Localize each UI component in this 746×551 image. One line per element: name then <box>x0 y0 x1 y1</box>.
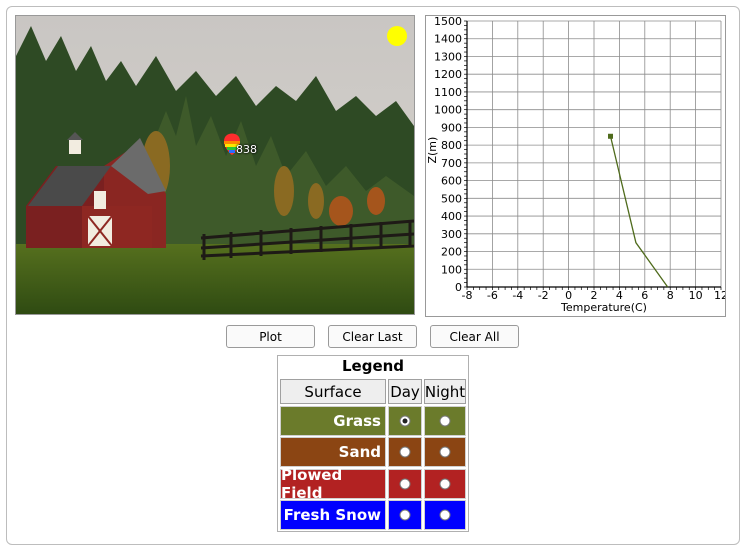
y-tick-label: 1500 <box>434 16 462 28</box>
x-tick-label: 12 <box>714 289 725 302</box>
y-tick-label: 1100 <box>434 86 462 99</box>
y-tick-label: 1000 <box>434 104 462 117</box>
day-radio[interactable] <box>399 478 411 490</box>
legend-panel: Legend Surface Day Night Grass Sand Plowed… <box>277 355 469 532</box>
y-tick-label: 1200 <box>434 68 462 81</box>
night-radio[interactable] <box>439 509 451 521</box>
night-radio[interactable] <box>439 446 451 458</box>
surface-header: Surface <box>280 379 386 404</box>
clear-all-button[interactable]: Clear All <box>430 325 519 348</box>
x-tick-label: -8 <box>462 289 473 302</box>
legend-surface-label: Plowed Field <box>280 466 386 502</box>
day-header: Day <box>388 379 422 404</box>
scene-image: 838 <box>15 15 415 315</box>
x-tick-label: -2 <box>538 289 549 302</box>
clear-last-button[interactable]: Clear Last <box>328 325 417 348</box>
night-radio[interactable] <box>439 478 451 490</box>
legend-day-cell <box>388 437 422 467</box>
day-radio[interactable] <box>399 446 411 458</box>
night-header: Night <box>424 379 466 404</box>
legend-night-cell <box>424 500 466 530</box>
y-tick-label: 200 <box>441 246 462 259</box>
night-radio[interactable] <box>439 415 451 427</box>
y-tick-label: 900 <box>441 121 462 134</box>
day-radio[interactable] <box>399 509 411 521</box>
y-tick-label: 300 <box>441 228 462 241</box>
y-tick-label: 800 <box>441 139 462 152</box>
y-tick-label: 1400 <box>434 33 462 46</box>
x-tick-label: -4 <box>512 289 523 302</box>
legend-night-cell <box>424 437 466 467</box>
y-tick-label: 0 <box>455 281 462 294</box>
x-axis-label: Temperature(C) <box>560 301 647 314</box>
legend-surface-label: Grass <box>280 406 386 436</box>
y-tick-label: 600 <box>441 175 462 188</box>
legend-title: Legend <box>341 357 405 375</box>
y-tick-label: 1300 <box>434 50 462 63</box>
legend-day-cell <box>388 406 422 436</box>
day-radio[interactable] <box>399 415 411 427</box>
legend-day-cell <box>388 469 422 499</box>
legend-surface-label: Fresh Snow <box>280 500 386 530</box>
temperature-altitude-chart: -8 -6 -4 -2 0 2 4 6 8 10 12 0 100 200 300 400 500 600 700 8… <box>425 15 728 317</box>
y-tick-label: 500 <box>441 192 462 205</box>
x-tick-label: -6 <box>487 289 498 302</box>
y-tick-label: 100 <box>441 263 462 276</box>
legend-surface-label: Sand <box>280 437 386 467</box>
x-tick-label: 8 <box>667 289 674 302</box>
balloon-altitude-label: 838 <box>236 143 257 156</box>
data-point-marker <box>608 133 614 139</box>
x-tick-label: 10 <box>689 289 703 302</box>
legend-night-cell <box>424 469 466 499</box>
legend-day-cell <box>388 500 422 530</box>
sun-icon <box>387 26 407 46</box>
y-tick-label: 400 <box>441 210 462 223</box>
legend-night-cell <box>424 406 466 436</box>
y-axis-label: Z(m) <box>426 137 439 164</box>
y-tick-label: 700 <box>441 157 462 170</box>
button-bar: Plot Clear Last Clear All <box>226 325 526 349</box>
plot-button[interactable]: Plot <box>226 325 315 348</box>
